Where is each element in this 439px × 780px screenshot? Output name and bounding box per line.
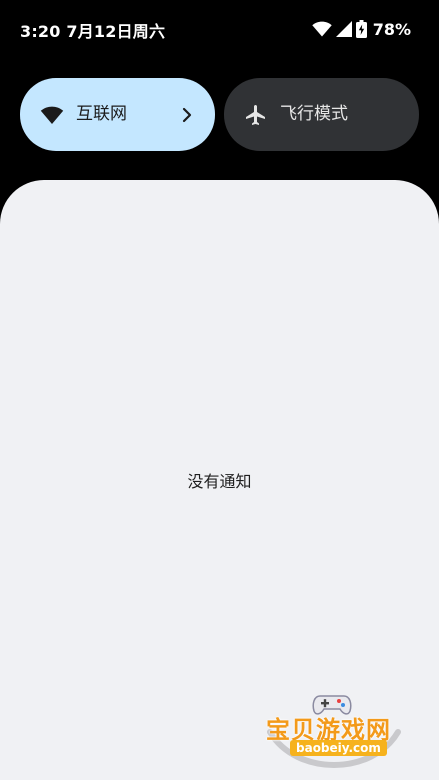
signal-icon: [335, 21, 352, 37]
wifi-icon: [40, 103, 64, 127]
airplane-icon: [244, 103, 268, 127]
wifi-icon: [312, 21, 332, 37]
status-icons: 78%: [312, 17, 411, 41]
watermark-logo: 宝贝游戏网 baobeiy.com: [262, 692, 412, 776]
status-time-date: 3:20 7月12日周六: [20, 22, 166, 41]
airplane-mode-tile-label: 飞行模式: [280, 104, 348, 124]
watermark-url: baobeiy.com: [290, 740, 387, 756]
chevron-right-icon[interactable]: [177, 105, 197, 125]
notification-shade[interactable]: 没有通知: [0, 180, 439, 780]
status-bar: 3:20 7月12日周六 78%: [0, 0, 439, 60]
internet-tile[interactable]: 互联网: [20, 78, 215, 151]
airplane-mode-tile[interactable]: 飞行模式: [224, 78, 419, 151]
no-notifications-text: 没有通知: [187, 472, 252, 491]
battery-percent: 78%: [372, 19, 411, 39]
internet-tile-label: 互联网: [76, 104, 127, 124]
battery-charging-icon: [355, 20, 367, 38]
